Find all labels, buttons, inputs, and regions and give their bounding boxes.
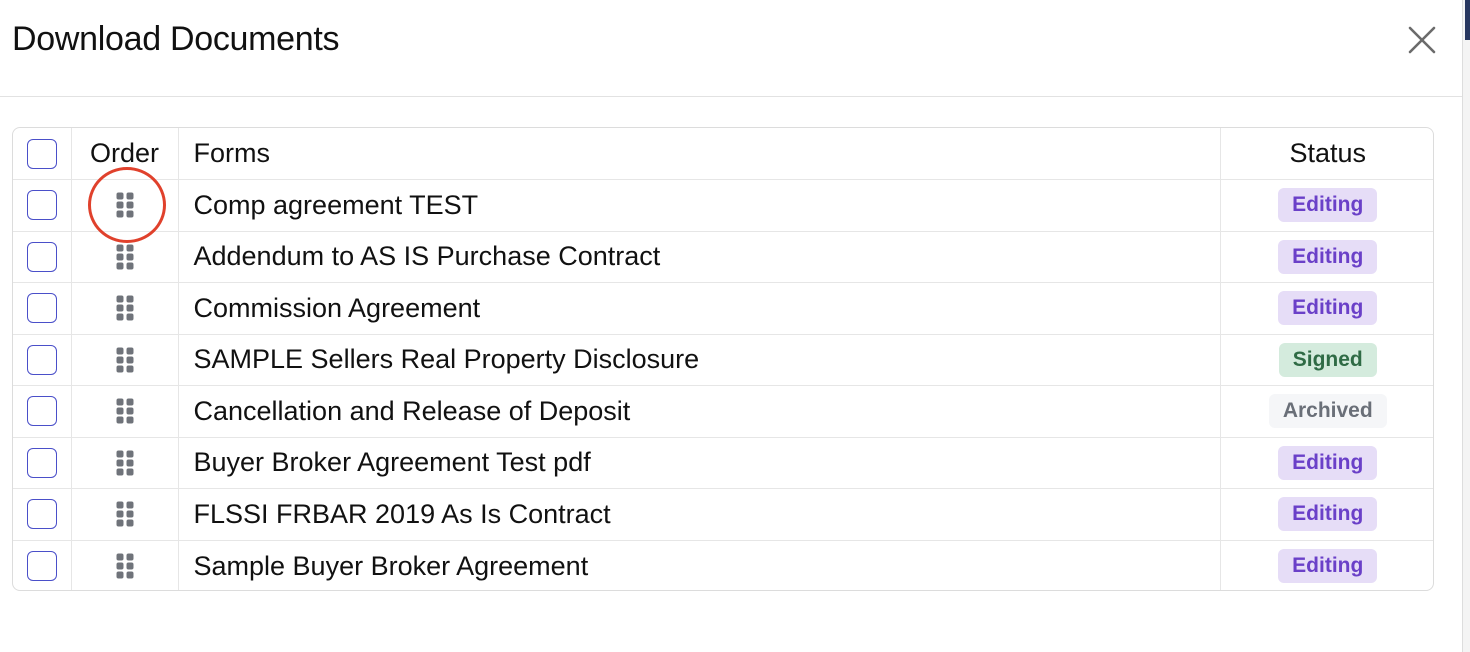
status-column-header: Status xyxy=(1220,128,1433,180)
status-cell: Editing xyxy=(1220,231,1433,283)
drag-handle-icon[interactable] xyxy=(115,552,135,580)
row-checkbox[interactable] xyxy=(26,499,57,530)
row-order-cell xyxy=(71,334,179,386)
row-checkbox[interactable] xyxy=(26,551,57,581)
select-all-cell xyxy=(13,128,72,180)
drag-handle-icon[interactable] xyxy=(115,500,135,528)
documents-table: Order Forms Status Comp agreement TEST Ed… xyxy=(12,127,1434,591)
order-column-header: Order xyxy=(71,128,179,180)
table-row: Cancellation and Release of Deposit Archi… xyxy=(13,385,1433,438)
select-all-checkbox[interactable] xyxy=(26,139,57,170)
table-row: Commission Agreement Editing xyxy=(13,282,1433,335)
status-cell: Editing xyxy=(1220,282,1433,335)
row-order-cell xyxy=(71,540,179,590)
drag-handle-icon[interactable] xyxy=(115,191,135,219)
row-checkbox[interactable] xyxy=(26,447,57,478)
row-order-cell xyxy=(71,437,179,489)
status-cell: Signed xyxy=(1220,334,1433,386)
table-row: Comp agreement TEST Editing xyxy=(13,167,1433,243)
status-badge: Archived xyxy=(1268,394,1387,429)
status-badge: Editing xyxy=(1278,188,1378,223)
row-order-cell xyxy=(71,167,179,243)
row-checkbox[interactable] xyxy=(26,344,57,375)
drag-handle-icon[interactable] xyxy=(115,346,135,374)
form-name: Addendum to AS IS Purchase Contract xyxy=(178,231,1221,283)
status-cell: Editing xyxy=(1220,540,1433,590)
table-row: FLSSI FRBAR 2019 As Is Contract Editing xyxy=(13,488,1433,541)
table-row: Sample Buyer Broker Agreement Editing xyxy=(13,540,1433,590)
form-name: Comp agreement TEST xyxy=(178,179,1221,232)
close-icon xyxy=(1408,26,1436,54)
row-select-cell xyxy=(13,540,72,590)
forms-column-header: Forms xyxy=(178,128,1221,180)
row-checkbox[interactable] xyxy=(26,396,57,427)
row-checkbox[interactable] xyxy=(26,190,57,221)
status-badge: Editing xyxy=(1278,549,1378,583)
download-documents-modal: Download Documents Order Forms Status Co… xyxy=(0,0,1462,652)
row-select-cell xyxy=(13,488,72,541)
form-name: Buyer Broker Agreement Test pdf xyxy=(178,437,1221,489)
row-order-cell xyxy=(71,385,179,438)
form-name: Sample Buyer Broker Agreement xyxy=(178,540,1221,590)
status-cell: Editing xyxy=(1220,437,1433,489)
table-row: Buyer Broker Agreement Test pdf Editing xyxy=(13,437,1433,489)
row-checkbox[interactable] xyxy=(26,293,57,324)
row-select-cell xyxy=(13,231,72,283)
row-order-cell xyxy=(71,231,179,283)
form-name: Cancellation and Release of Deposit xyxy=(178,385,1221,438)
form-name: Commission Agreement xyxy=(178,282,1221,335)
drag-handle-icon[interactable] xyxy=(115,243,135,271)
status-badge: Editing xyxy=(1278,497,1378,532)
background-page-edge xyxy=(1462,0,1470,652)
modal-title: Download Documents xyxy=(12,20,340,58)
status-badge: Signed xyxy=(1278,342,1377,377)
row-select-cell xyxy=(13,282,72,335)
row-checkbox[interactable] xyxy=(26,241,57,272)
status-cell: Editing xyxy=(1220,179,1433,232)
row-order-cell xyxy=(71,282,179,335)
form-name: FLSSI FRBAR 2019 As Is Contract xyxy=(178,488,1221,541)
row-order-cell xyxy=(71,488,179,541)
table-row: Addendum to AS IS Purchase Contract Editi… xyxy=(13,231,1433,283)
status-cell: Editing xyxy=(1220,488,1433,541)
drag-handle-icon[interactable] xyxy=(115,294,135,322)
status-badge: Editing xyxy=(1278,445,1378,480)
modal-header: Download Documents xyxy=(0,0,1462,97)
background-accent xyxy=(1465,0,1470,40)
close-button[interactable] xyxy=(1404,22,1440,58)
row-select-cell xyxy=(13,437,72,489)
status-badge: Editing xyxy=(1278,239,1378,274)
form-name: SAMPLE Sellers Real Property Disclosure xyxy=(178,334,1221,386)
row-select-cell xyxy=(13,334,72,386)
drag-handle-icon[interactable] xyxy=(115,397,135,425)
drag-handle-icon[interactable] xyxy=(115,449,135,477)
row-select-cell xyxy=(13,385,72,438)
status-badge: Editing xyxy=(1278,291,1378,326)
table-row: SAMPLE Sellers Real Property Disclosure S… xyxy=(13,334,1433,386)
row-select-cell xyxy=(13,179,72,232)
status-cell: Archived xyxy=(1220,385,1433,438)
table-header-row: Order Forms Status xyxy=(13,128,1433,180)
